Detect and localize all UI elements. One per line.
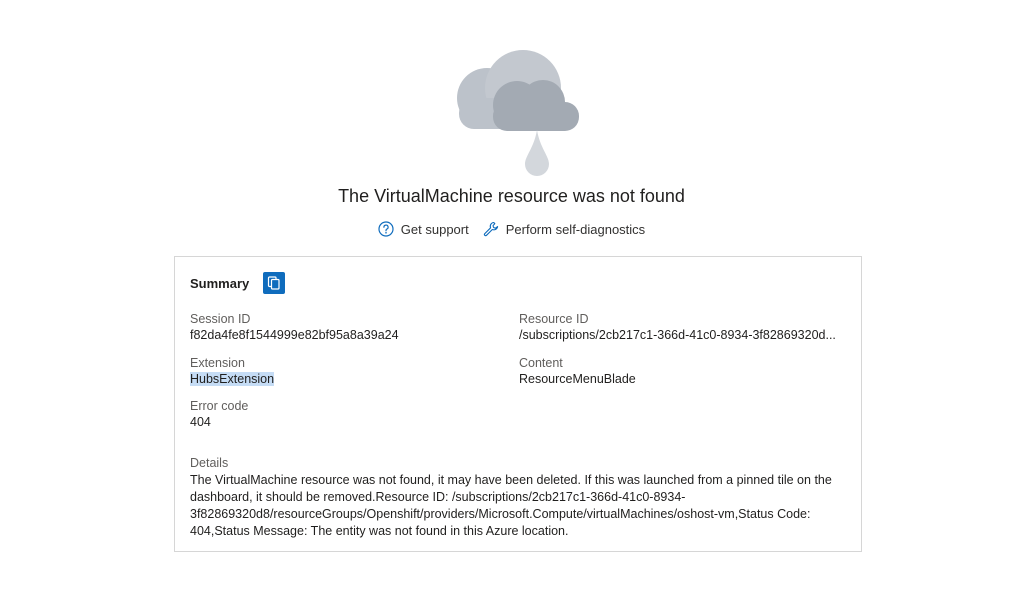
session-id-field: Session ID f82da4fe8f1544999e82bf95a8a39…: [190, 311, 399, 343]
content-label: Content: [519, 356, 563, 370]
resource-id-label: Resource ID: [519, 312, 589, 326]
content-field: Content ResourceMenuBlade: [519, 355, 636, 387]
self-diagnostics-label: Perform self-diagnostics: [505, 221, 646, 237]
resource-id-field: Resource ID /subscriptions/2cb217c1-366d…: [519, 311, 836, 343]
cloud-rain-icon: [457, 50, 579, 176]
action-links: Get support Perform self-diagnostics: [0, 221, 1023, 237]
session-id-value: f82da4fe8f1544999e82bf95a8a39a24: [190, 328, 399, 342]
extension-field: Extension HubsExtension: [190, 355, 275, 387]
self-diagnostics-link[interactable]: Perform self-diagnostics: [483, 221, 645, 237]
summary-panel: Summary Session ID f82da4fe8f1544999e82b…: [174, 256, 862, 552]
get-support-label: Get support: [400, 221, 469, 237]
content-value: ResourceMenuBlade: [519, 372, 636, 386]
error-title: The VirtualMachine resource was not foun…: [338, 186, 685, 206]
error-code-field: Error code 404: [190, 398, 248, 430]
extension-label: Extension: [190, 356, 245, 370]
error-code-value: 404: [190, 415, 211, 429]
details-value: The VirtualMachine resource was not foun…: [190, 473, 832, 538]
wrench-icon: [483, 221, 498, 237]
summary-title: Summary: [190, 275, 250, 291]
details-label: Details: [190, 456, 229, 470]
question-circle-icon: [378, 221, 394, 237]
error-page: The VirtualMachine resource was not foun…: [0, 0, 1023, 616]
error-code-label: Error code: [190, 399, 249, 413]
details-field: Details The VirtualMachine resource was …: [190, 455, 845, 540]
extension-value: HubsExtension: [190, 372, 275, 386]
session-id-label: Session ID: [190, 312, 251, 326]
resource-id-value: /subscriptions/2cb217c1-366d-41c0-8934-3…: [519, 328, 836, 342]
summary-header: Summary: [190, 272, 286, 294]
copy-icon: [268, 276, 280, 290]
copy-button[interactable]: [263, 272, 286, 294]
get-support-link[interactable]: Get support: [378, 221, 469, 237]
